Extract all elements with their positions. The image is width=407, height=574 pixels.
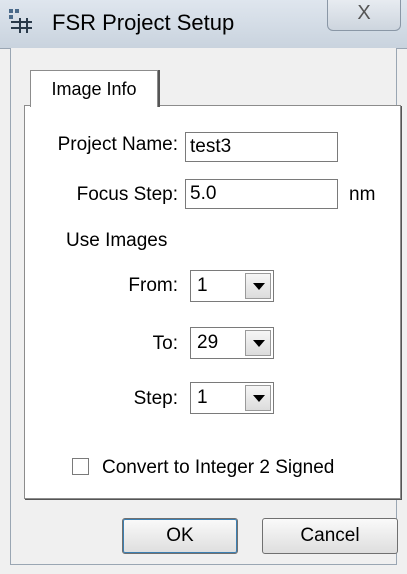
image-info-panel bbox=[24, 105, 401, 499]
focus-step-input[interactable] bbox=[185, 179, 338, 209]
project-name-input[interactable] bbox=[185, 132, 338, 162]
from-dropdown[interactable]: 1 bbox=[190, 270, 274, 302]
app-icon bbox=[9, 9, 32, 33]
chevron-down-icon bbox=[253, 395, 265, 402]
use-images-label: Use Images bbox=[66, 230, 168, 251]
window-title: FSR Project Setup bbox=[52, 10, 235, 35]
convert-checkbox-label[interactable]: Convert to Integer 2 Signed bbox=[102, 457, 334, 479]
step-dropdown[interactable]: 1 bbox=[190, 382, 274, 414]
chevron-down-icon bbox=[253, 283, 265, 290]
from-value: 1 bbox=[197, 275, 208, 296]
tab-label: Image Info bbox=[51, 79, 137, 99]
chevron-down-icon bbox=[253, 340, 265, 347]
to-label: To: bbox=[152, 333, 178, 354]
project-name-label: Project Name: bbox=[57, 134, 178, 155]
close-button[interactable]: X bbox=[327, 0, 401, 31]
step-value: 1 bbox=[197, 387, 208, 408]
convert-checkbox[interactable] bbox=[72, 458, 89, 475]
ok-button[interactable]: OK bbox=[122, 518, 238, 554]
to-value: 29 bbox=[197, 332, 219, 353]
close-icon: X bbox=[357, 2, 371, 24]
cancel-button[interactable]: Cancel bbox=[262, 518, 398, 554]
from-dropdown-button[interactable] bbox=[245, 273, 271, 299]
step-dropdown-button[interactable] bbox=[245, 385, 271, 411]
title-bar[interactable]: FSR Project Setup X bbox=[0, 0, 407, 49]
tab-image-info[interactable]: Image Info bbox=[30, 70, 158, 107]
step-label: Step: bbox=[133, 388, 178, 409]
from-label: From: bbox=[128, 275, 178, 296]
focus-step-unit: nm bbox=[349, 184, 376, 205]
to-dropdown-button[interactable] bbox=[245, 330, 271, 356]
focus-step-label: Focus Step: bbox=[76, 184, 178, 205]
to-dropdown[interactable]: 29 bbox=[190, 327, 274, 359]
